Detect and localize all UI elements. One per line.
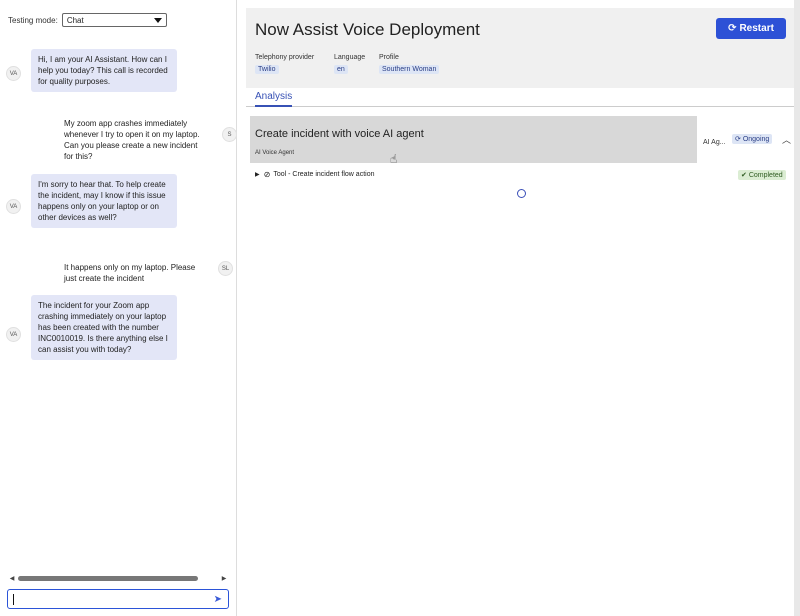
- deployment-panel: Now Assist Voice Deployment ⟳ Restart Te…: [238, 0, 800, 616]
- send-icon[interactable]: ➤: [214, 594, 222, 605]
- restart-button[interactable]: ⟳ Restart: [716, 18, 786, 39]
- tab-analysis[interactable]: Analysis: [255, 91, 293, 107]
- status-ongoing-text: Ongoing: [742, 136, 770, 143]
- chat-message-assistant: The incident for your Zoom app crashing …: [31, 295, 177, 360]
- chat-message-user: My zoom app crashes immediately whenever…: [64, 119, 200, 161]
- scrollbar-thumb[interactable]: [18, 576, 198, 581]
- tool-row[interactable]: ▶ ⊘ Tool - Create incident flow action: [255, 170, 375, 179]
- tool-label: Tool - Create incident flow action: [273, 171, 375, 178]
- chat-message-user: It happens only on my laptop. Please jus…: [64, 263, 196, 283]
- chevron-down-icon: [153, 17, 162, 23]
- profile-value: Southern Woman: [379, 65, 440, 74]
- status-completed-text: Completed: [748, 172, 783, 179]
- check-circle-icon: ✔: [741, 172, 747, 179]
- avatar: VA: [6, 199, 21, 214]
- agent-label: AI Ag...: [703, 139, 726, 146]
- incident-card[interactable]: Create incident with voice AI agent AI V…: [250, 116, 697, 166]
- telephony-provider-field: Telephony provider Twilio: [255, 54, 314, 74]
- telephony-provider-label: Telephony provider: [255, 54, 315, 61]
- testing-mode-value: Chat: [66, 15, 84, 25]
- language-value: en: [334, 65, 348, 74]
- tab-bar: Analysis: [246, 89, 794, 107]
- chat-message-assistant: Hi, I am your AI Assistant. How can I he…: [31, 49, 177, 92]
- incident-subtitle: AI Voice Agent: [255, 150, 295, 156]
- chevron-up-icon[interactable]: ︿: [782, 133, 791, 146]
- avatar: S: [222, 127, 237, 142]
- avatar: VA: [6, 66, 21, 81]
- language-label: Language: [334, 54, 366, 61]
- page-title: Now Assist Voice Deployment: [255, 20, 480, 39]
- restart-label: Restart: [739, 23, 774, 34]
- scroll-left-icon[interactable]: ◀: [8, 575, 16, 582]
- hand-cursor-icon: ☝: [390, 152, 398, 166]
- expand-triangle-icon[interactable]: ▶: [255, 171, 260, 178]
- refresh-icon: ⟳: [735, 136, 741, 143]
- scrollbar-track[interactable]: [16, 576, 220, 581]
- chat-input[interactable]: ➤: [7, 589, 229, 609]
- scroll-right-icon[interactable]: ▶: [220, 575, 228, 582]
- avatar: SL: [218, 261, 233, 276]
- chat-message-assistant: I'm sorry to hear that. To help create t…: [31, 174, 177, 228]
- status-badge-ongoing: ⟳ Ongoing: [732, 134, 773, 144]
- chat-panel: Testing mode: Chat VA Hi, I am your AI A…: [0, 0, 237, 616]
- chat-horizontal-scrollbar[interactable]: ◀ ▶: [8, 575, 228, 582]
- deployment-header: Now Assist Voice Deployment ⟳ Restart Te…: [246, 8, 794, 88]
- testing-mode-select[interactable]: Chat: [61, 13, 167, 27]
- vertical-scrollbar[interactable]: [794, 0, 800, 616]
- text-cursor: [13, 594, 14, 605]
- testing-mode-label: Testing mode:: [8, 15, 58, 25]
- profile-label: Profile: [379, 54, 399, 61]
- check-circle-icon: ⊘: [263, 170, 271, 179]
- avatar: VA: [6, 327, 21, 342]
- status-badge-completed: ✔ Completed: [738, 170, 786, 180]
- testing-mode-row: Testing mode: Chat: [8, 13, 167, 27]
- language-field: Language en: [334, 54, 365, 74]
- incident-title: Create incident with voice AI agent: [255, 128, 424, 140]
- loading-spinner-icon: [517, 189, 526, 198]
- telephony-provider-value: Twilio: [255, 65, 279, 74]
- profile-field: Profile Southern Woman: [379, 54, 440, 74]
- refresh-icon: ⟳: [728, 23, 737, 34]
